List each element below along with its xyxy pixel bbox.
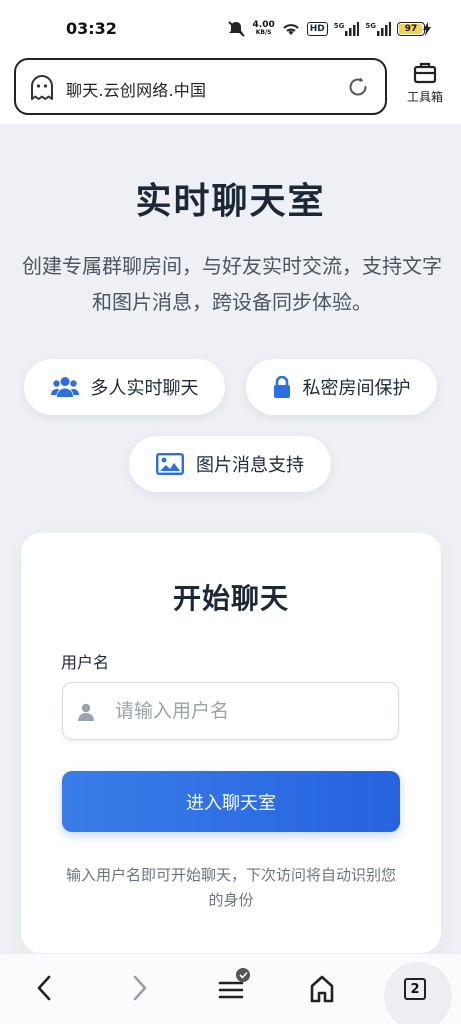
- signal-1-label: 5G: [333, 22, 345, 30]
- feature-image-message: 图片消息支持: [129, 436, 331, 492]
- browser-bottom-nav: 2: [0, 953, 461, 1024]
- feature-label: 图片消息支持: [196, 455, 304, 476]
- status-time: 03:32: [66, 19, 117, 38]
- toolbox-icon: [413, 62, 437, 84]
- reload-icon[interactable]: [347, 76, 369, 98]
- card-title: 开始聊天: [172, 582, 289, 615]
- signal-1: 5G: [334, 22, 360, 36]
- username-input[interactable]: [115, 691, 385, 731]
- browser-toolbar: 聊天.云创网络.中国 工具箱: [0, 54, 461, 124]
- signal-2-label: 5G: [365, 22, 376, 30]
- battery-level: 97: [404, 24, 418, 34]
- toolbox-button[interactable]: 工具箱: [400, 62, 450, 112]
- users-icon: [50, 377, 79, 397]
- feature-private-room: 私密房间保护: [246, 359, 437, 415]
- back-icon[interactable]: [34, 974, 56, 1002]
- user-icon: [78, 703, 94, 721]
- tabs-count[interactable]: 2: [404, 978, 426, 1000]
- feature-label: 私密房间保护: [302, 378, 411, 399]
- feature-label: 多人实时聊天: [90, 378, 199, 399]
- forward-icon[interactable]: [128, 974, 150, 1002]
- address-bar[interactable]: 聊天.云创网络.中国: [14, 58, 387, 115]
- net-speed-unit: KB/S: [255, 29, 272, 36]
- signal-bars-icon: [345, 22, 360, 36]
- status-icons: 4.00 KB/S HD 5G 5G 97: [227, 19, 425, 39]
- username-field[interactable]: [62, 682, 399, 740]
- mute-icon: [227, 21, 245, 37]
- signal-2: 5G: [365, 22, 391, 36]
- menu-badge-check-icon: [236, 968, 250, 982]
- feature-multi-user-chat: 多人实时聊天: [24, 359, 225, 415]
- image-icon: [156, 453, 184, 475]
- lock-icon: [273, 376, 290, 398]
- wifi-icon: [283, 24, 299, 35]
- enter-chatroom-button[interactable]: 进入聊天室: [62, 771, 400, 832]
- page-description: 创建专属群聊房间，与好友实时交流，支持文字和图片消息，跨设备同步体验。: [22, 254, 442, 314]
- start-chat-card: 开始聊天 用户名 进入聊天室 输入用户名即可开始聊天，下次访问将自动识别您的身份: [21, 533, 441, 953]
- url-text[interactable]: 聊天.云创网络.中国: [66, 77, 206, 101]
- signal-bars-icon: [377, 22, 391, 36]
- page-title: 实时聊天室: [135, 181, 326, 222]
- net-speed: 4.00 KB/S: [253, 21, 275, 37]
- net-speed-value: 4.00: [252, 20, 275, 30]
- home-icon[interactable]: [308, 974, 336, 1004]
- charging-icon: [423, 22, 431, 36]
- hd-badge: HD: [306, 22, 328, 36]
- username-label: 用户名: [61, 653, 110, 672]
- battery-indicator: 97: [397, 22, 425, 36]
- ghost-icon: [31, 75, 53, 100]
- status-bar: 03:32 4.00 KB/S HD 5G 5G 97: [0, 0, 461, 54]
- login-hint: 输入用户名即可开始聊天，下次访问将自动识别您的身份: [65, 866, 396, 909]
- toolbox-label: 工具箱: [406, 90, 443, 104]
